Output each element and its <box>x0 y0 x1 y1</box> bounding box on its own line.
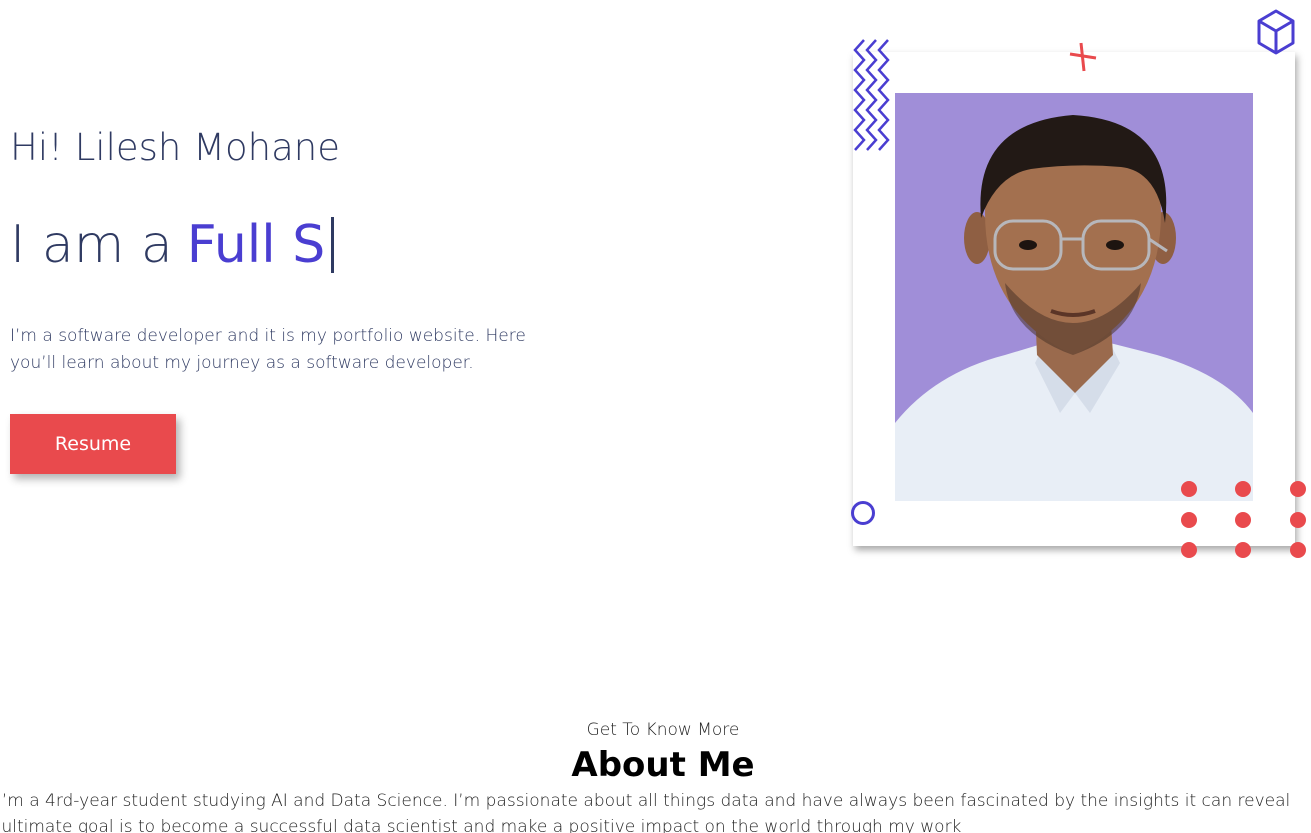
zigzag-icon <box>853 39 890 151</box>
about-text-line-2: y ultimate goal is to become a successfu… <box>0 817 962 833</box>
hero-greeting: Hi! Lilesh Mohane <box>10 126 341 169</box>
hero-role-line: I am a Full S <box>10 215 335 275</box>
profile-photo-illustration <box>895 115 1253 501</box>
circle-icon <box>851 501 875 525</box>
about-title: About Me <box>571 745 755 785</box>
plus-icon <box>1069 42 1097 72</box>
about-subtitle: Get To Know More <box>586 720 740 740</box>
about-text: , I’m a 4rd-year student studying AI and… <box>0 788 1311 833</box>
hero-role-typed: Full S <box>186 215 326 275</box>
dots-grid-icon <box>1181 481 1306 558</box>
resume-button[interactable]: Resume <box>10 414 176 474</box>
page: Hi! Lilesh Mohane I am a Full S I’m a so… <box>0 0 1311 833</box>
hero-intro: I’m a software developer and it is my po… <box>10 326 526 373</box>
cube-icon <box>1257 9 1295 55</box>
hero-role-prefix: I am a <box>10 215 173 275</box>
photo-area <box>840 0 1311 570</box>
profile-photo <box>895 93 1253 501</box>
about-text-line-1: , I’m a 4rd-year student studying AI and… <box>0 791 1291 811</box>
typing-cursor <box>331 217 335 273</box>
